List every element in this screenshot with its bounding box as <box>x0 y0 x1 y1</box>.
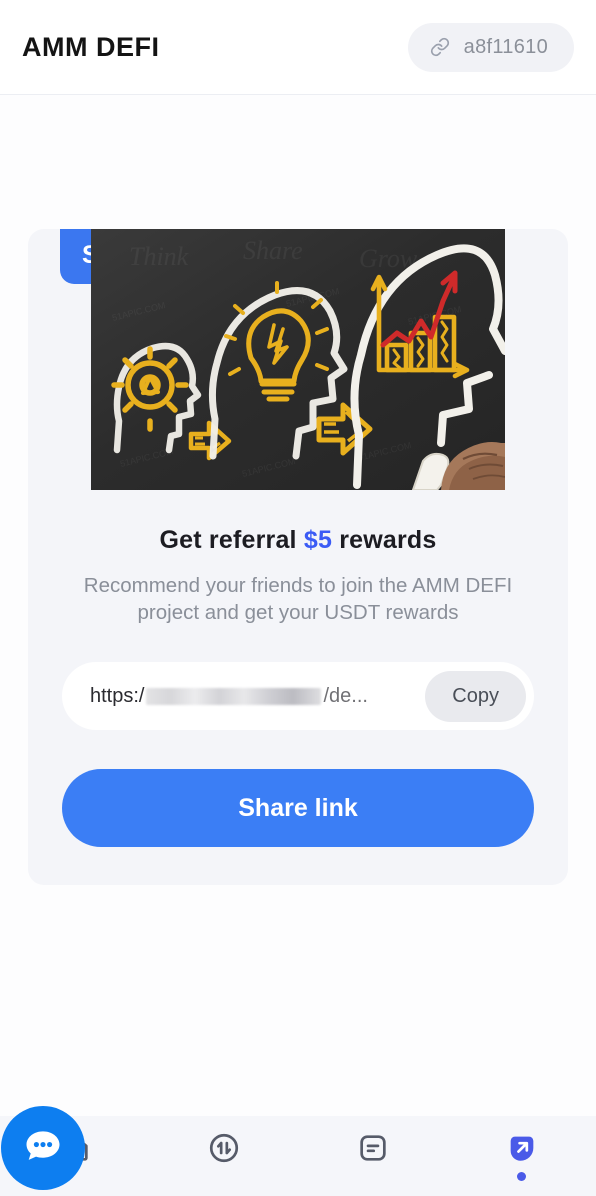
swap-icon <box>207 1131 241 1165</box>
svg-text:Think: Think <box>129 242 189 271</box>
redacted-link-segment <box>146 687 322 705</box>
referral-link-row[interactable]: https:/ /de... Copy <box>62 662 534 730</box>
link-prefix: https:/ <box>90 684 145 707</box>
headline-prefix: Get referral <box>159 526 304 554</box>
link-icon <box>430 37 450 57</box>
nav-item-share[interactable] <box>447 1116 596 1196</box>
share-link-button[interactable]: Share link <box>62 769 534 847</box>
app-header: AMM DEFI a8f11610 <box>0 0 596 95</box>
wallet-address-chip[interactable]: a8f11610 <box>407 22 574 72</box>
link-suffix: /de... <box>323 684 368 707</box>
svg-text:Share: Share <box>243 236 303 265</box>
chat-support-button[interactable] <box>1 1106 85 1190</box>
page-title: AMM DEFI <box>22 31 160 62</box>
reward-amount: $5 <box>303 526 333 554</box>
nav-item-orders[interactable] <box>298 1116 447 1196</box>
copy-button[interactable]: Copy <box>425 670 526 722</box>
chat-bubble-icon <box>21 1124 65 1173</box>
nav-item-swap[interactable] <box>149 1116 298 1196</box>
referral-link-value[interactable]: https:/ /de... <box>90 685 368 708</box>
referral-card: SHARE Think Share Grow <box>28 229 568 885</box>
chalkboard-graphic: Think Share Grow 51APIC.COM 51APIC.COM 5… <box>91 229 505 490</box>
headline-suffix: rewards <box>332 526 437 554</box>
nav-active-dot-share <box>517 1172 526 1181</box>
hero-illustration: Think Share Grow 51APIC.COM 51APIC.COM 5… <box>91 229 505 490</box>
bottom-navigation <box>0 1116 596 1196</box>
referral-headline: Get referral $5 rewards <box>28 526 568 555</box>
share-arrow-icon <box>505 1131 539 1165</box>
document-icon <box>356 1131 390 1165</box>
page-body: SHARE Think Share Grow <box>0 95 596 1116</box>
referral-description: Recommend your friends to join the AMM D… <box>83 574 513 624</box>
wallet-address-label: a8f11610 <box>463 35 548 58</box>
